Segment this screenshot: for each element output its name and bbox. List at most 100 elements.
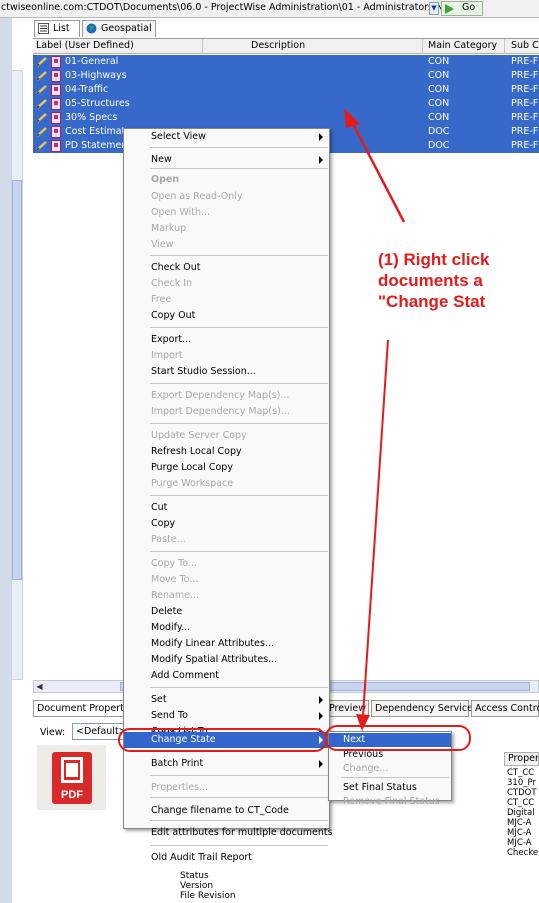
menu-item-start-studio-session[interactable]: Start Studio Session... <box>124 364 329 380</box>
menu-item-purge-local-copy[interactable]: Purge Local Copy <box>124 460 329 476</box>
menu-item-paste[interactable]: Paste... <box>124 532 329 548</box>
menu-item-edit-attributes-for-multiple-documents[interactable]: Edit attributes for multiple documents <box>124 825 333 841</box>
menu-item-import-dependency-map-s[interactable]: Import Dependency Map(s)... <box>124 404 329 420</box>
menu-item-label: Start Studio Session... <box>151 366 256 377</box>
menu-item-properties[interactable]: Properties... <box>124 780 329 796</box>
cell-label: 05-Structures <box>65 98 130 109</box>
tab-geospatial[interactable]: Geospatial <box>82 20 156 37</box>
menu-item-export-dependency-map-s[interactable]: Export Dependency Map(s)... <box>124 388 329 404</box>
menu-item-change-state[interactable]: Change State <box>124 732 329 748</box>
menu-item-label: Update Server Copy <box>151 430 247 441</box>
column-header-main-category[interactable]: Main Category <box>423 39 505 54</box>
property-value: Digital <box>507 808 535 818</box>
globe-icon <box>86 23 97 34</box>
menu-item-check-out[interactable]: Check Out <box>124 260 329 276</box>
cell-sub-category: PRE-F <box>511 56 539 67</box>
tab-document-properties[interactable]: Document Properties <box>33 700 137 717</box>
document-icon <box>51 70 61 82</box>
pencil-icon <box>36 99 47 109</box>
menu-separator <box>150 820 328 821</box>
go-button-label: Go <box>462 2 476 13</box>
menu-item-label: Free <box>151 294 172 305</box>
menu-item-old-audit-trail-report[interactable]: Old Audit Trail Report <box>124 850 329 866</box>
column-header-sub-category[interactable]: Sub C <box>505 39 539 54</box>
menu-item-label: Old Audit Trail Report <box>151 852 253 863</box>
menu-item-export[interactable]: Export... <box>124 332 329 348</box>
table-row[interactable]: 04-Traffic CON PRE-F <box>33 83 539 97</box>
submenu-item-next[interactable]: Next <box>329 733 451 747</box>
tab-access-control[interactable]: Access Contro <box>471 700 539 717</box>
menu-item-modify-linear-attributes[interactable]: Modify Linear Attributes... <box>124 636 329 652</box>
annotation-line-2: documents a <box>378 271 483 290</box>
pencil-icon <box>36 85 47 95</box>
menu-item-import[interactable]: Import <box>124 348 329 364</box>
document-icon <box>51 126 61 138</box>
menu-item-new[interactable]: New <box>124 152 329 168</box>
pencil-icon <box>36 127 47 137</box>
menu-item-copy-to[interactable]: Copy To... <box>124 556 329 572</box>
cell-main-category: CON <box>428 84 450 95</box>
table-row[interactable]: 01-General CON PRE-F <box>33 55 539 69</box>
table-row[interactable]: 30% Specs CON PRE-F <box>33 111 539 125</box>
menu-item-add-comment[interactable]: Add Comment <box>124 668 329 684</box>
menu-item-purge-workspace[interactable]: Purge Workspace <box>124 476 329 492</box>
menu-item-batch-print[interactable]: Batch Print <box>124 756 329 772</box>
menu-item-open-as-read-only[interactable]: Open as Read-Only <box>124 189 329 205</box>
menu-item-view[interactable]: View <box>124 237 329 253</box>
menu-item-modify[interactable]: Modify... <box>124 620 329 636</box>
menu-item-refresh-local-copy[interactable]: Refresh Local Copy <box>124 444 329 460</box>
menu-item-open-with[interactable]: Open With... <box>124 205 329 221</box>
submenu-separator <box>341 777 449 778</box>
submenu-item-remove-final-status[interactable]: Remove Final Status <box>329 795 451 809</box>
menu-item-open[interactable]: Open <box>124 172 329 188</box>
table-row[interactable]: 05-Structures CON PRE-F <box>33 97 539 111</box>
pdf-icon-page <box>66 763 78 777</box>
menu-item-label: Edit attributes for multiple documents <box>151 827 333 838</box>
menu-item-modify-spatial-attributes[interactable]: Modify Spatial Attributes... <box>124 652 329 668</box>
folder-path-text: ctwiseonline.com:CTDOT\Documents\06.0 - … <box>1 2 444 13</box>
menu-item-set[interactable]: Set <box>124 692 329 708</box>
menu-item-label: Send To <box>151 710 188 721</box>
tab-dependency-service[interactable]: Dependency Service <box>371 700 473 717</box>
menu-item-send-to[interactable]: Send To <box>124 708 329 724</box>
scroll-left-arrow-icon[interactable]: ◀ <box>34 681 45 692</box>
menu-item-update-server-copy[interactable]: Update Server Copy <box>124 428 329 444</box>
path-dropdown-button[interactable]: ▼ <box>429 2 439 15</box>
change-state-submenu: Next Previous Change... Set Final Status Rem… <box>328 731 452 807</box>
go-button[interactable]: Go <box>441 1 483 16</box>
submenu-item-change[interactable]: Change... <box>329 762 451 776</box>
submenu-arrow-icon <box>319 712 323 720</box>
menu-item-label: Properties... <box>151 782 209 793</box>
submenu-item-set-final-status[interactable]: Set Final Status <box>329 781 451 795</box>
menu-item-label: Purge Local Copy <box>151 462 233 473</box>
menu-item-markup[interactable]: Markup <box>124 221 329 237</box>
folder-tree-scroll-thumb[interactable] <box>12 180 22 580</box>
view-label: View: <box>40 727 66 738</box>
tab-list-label: List <box>53 23 70 34</box>
properties-column-header[interactable]: Proper <box>504 752 539 766</box>
menu-separator <box>150 383 328 384</box>
cell-label: 30% Specs <box>65 112 118 123</box>
menu-item-label: Check In <box>151 278 193 289</box>
column-header-label[interactable]: Label (User Defined) <box>33 39 203 54</box>
table-row[interactable]: 03-Highways CON PRE-F <box>33 69 539 83</box>
menu-item-move-to[interactable]: Move To... <box>124 572 329 588</box>
menu-item-label: Move To... <box>151 574 199 585</box>
menu-item-label: Cut <box>151 502 168 513</box>
menu-item-select-view[interactable]: Select View <box>124 129 329 145</box>
tab-preview[interactable]: Preview <box>325 700 369 717</box>
menu-item-copy[interactable]: Copy <box>124 516 329 532</box>
pencil-icon <box>36 141 47 151</box>
menu-item-rename[interactable]: Rename... <box>124 588 329 604</box>
menu-item-delete[interactable]: Delete <box>124 604 329 620</box>
property-name: Version <box>180 881 214 891</box>
submenu-item-previous[interactable]: Previous <box>329 748 451 762</box>
menu-item-cut[interactable]: Cut <box>124 500 329 516</box>
menu-item-copy-out[interactable]: Copy Out <box>124 308 329 324</box>
menu-item-label: View <box>151 239 174 250</box>
menu-item-free[interactable]: Free <box>124 292 329 308</box>
column-header-description[interactable]: Description <box>203 39 423 54</box>
tab-list[interactable]: List <box>34 20 80 37</box>
menu-item-change-filename-to-ct-code[interactable]: Change filename to CT_Code <box>124 803 329 819</box>
menu-item-check-in[interactable]: Check In <box>124 276 329 292</box>
